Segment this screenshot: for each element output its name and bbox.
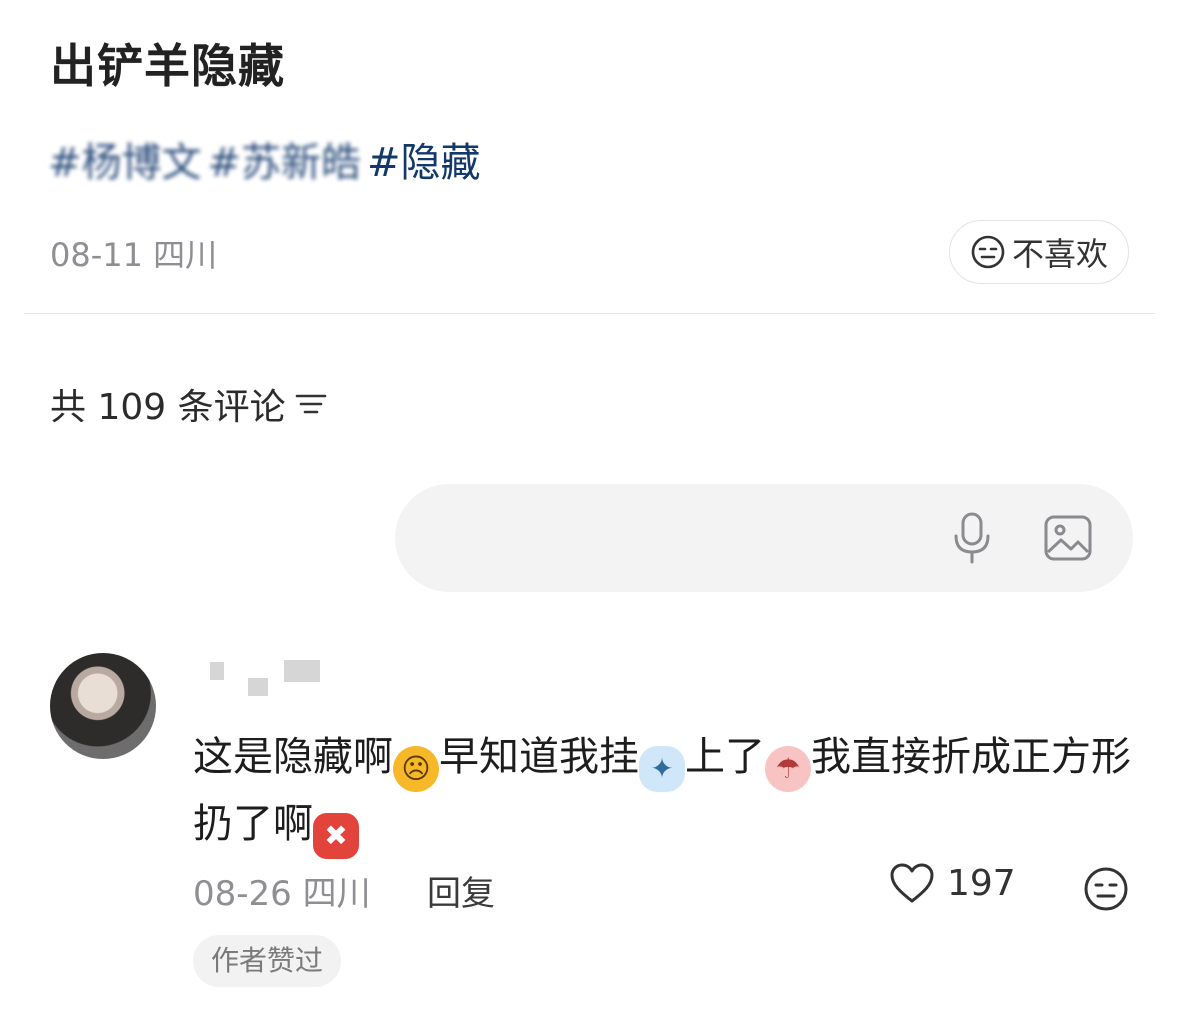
dislike-label: 不喜欢 <box>1011 235 1108 273</box>
post-title: 出铲羊隐藏 <box>50 39 285 93</box>
crying-emoji-icon: ☂ <box>765 746 811 792</box>
post-tags: #杨博文 #苏新皓 #隐藏 <box>48 130 487 188</box>
comments-count-label: 共 109 条评论 <box>50 387 286 428</box>
like-button[interactable]: 197 <box>889 862 1016 904</box>
comment-text-part: 早知道我挂 <box>439 734 639 780</box>
neutral-face-icon <box>971 235 1005 269</box>
post-date-location: 08-11 四川 <box>50 236 218 274</box>
sad-face-emoji-icon: ☹ <box>393 746 439 792</box>
comment-text-part: 这是隐藏啊 <box>193 734 393 780</box>
tag-link[interactable]: #隐藏 <box>367 130 481 188</box>
comment-body: 这是隐藏啊 ☹ 早知道我挂 ✦ 上了 ☂ 我直接折成正方形扔了啊 ✖ <box>193 725 1143 859</box>
comment-date-location: 08-26 四川 <box>193 874 371 914</box>
image-icon[interactable] <box>1043 514 1093 562</box>
microphone-icon[interactable] <box>950 510 994 566</box>
comment-input[interactable] <box>460 520 884 558</box>
fish-emoji-icon: ✦ <box>639 746 685 792</box>
username-blurred[interactable] <box>200 660 324 696</box>
comments-count[interactable]: 共 109 条评论 <box>50 378 328 430</box>
tag-link[interactable]: #苏新皓 <box>208 130 362 188</box>
like-count: 197 <box>947 862 1016 904</box>
tag-link[interactable]: #杨博文 <box>48 130 202 188</box>
divider <box>24 313 1155 314</box>
reply-button[interactable]: 回复 <box>427 866 495 915</box>
angry-face-emoji-icon: ✖ <box>313 813 359 859</box>
comment-text-part: 上了 <box>685 734 765 780</box>
neutral-face-icon[interactable] <box>1083 866 1129 912</box>
sort-filter-icon[interactable] <box>294 389 328 419</box>
avatar[interactable] <box>50 653 156 759</box>
dislike-button[interactable]: 不喜欢 <box>949 220 1129 284</box>
author-liked-badge: 作者赞过 <box>193 935 342 987</box>
heart-icon <box>890 863 934 903</box>
